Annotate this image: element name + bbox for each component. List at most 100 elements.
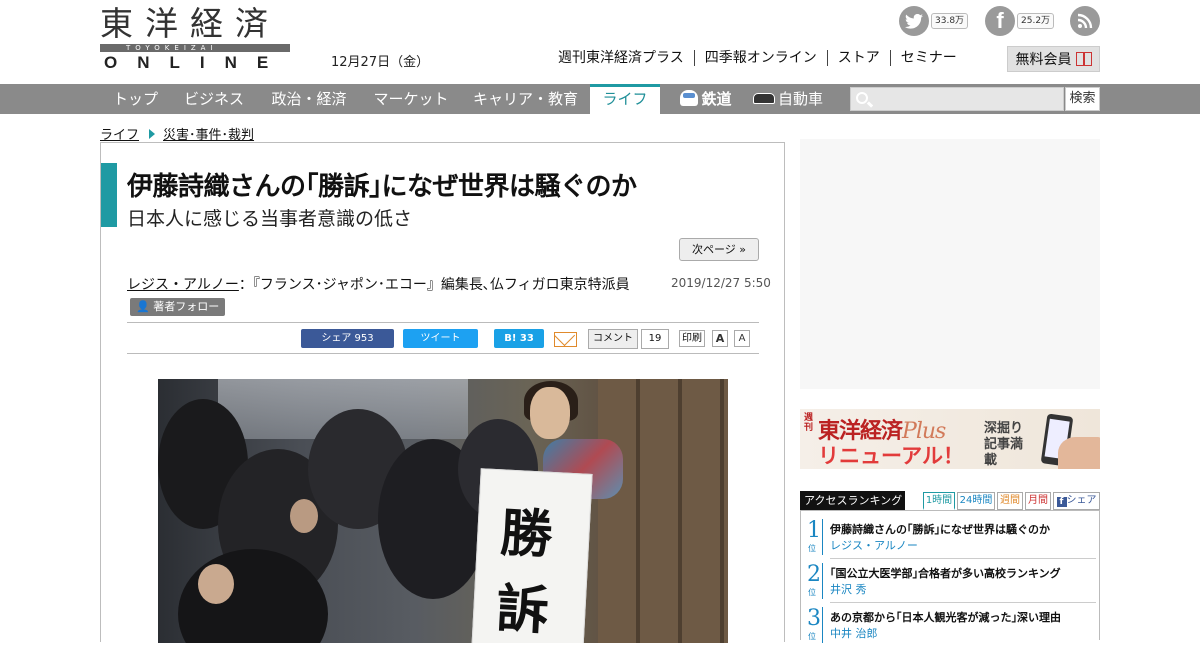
facebook-count: 25.2万 [1017, 13, 1055, 29]
ranking-header: アクセスランキング 1時間 24時間 週間 月間 f シェア [800, 491, 1100, 511]
car-icon [752, 93, 775, 104]
article-photo: 勝 訴 [158, 379, 728, 643]
photo-person [290, 499, 318, 533]
facebook-share-button[interactable]: シェア 953 [301, 329, 394, 348]
rss-link[interactable] [1070, 6, 1100, 36]
current-date: 12月27日（金） [331, 55, 430, 70]
topnav-weekly-plus[interactable]: 週刊東洋経済プラス [558, 50, 694, 66]
rank-unit: 位 [808, 588, 816, 597]
topnav-store[interactable]: ストア [826, 50, 890, 66]
ad-slot[interactable] [800, 139, 1100, 389]
search-box [850, 87, 1064, 111]
free-member-button[interactable]: 無料会員 [1007, 46, 1100, 72]
ranking-item[interactable]: 2 位 ｢国公立大医学部｣合格者が多い高校ランキング 井沢 秀 [801, 559, 1099, 603]
nav-top[interactable]: トップ [100, 84, 171, 114]
next-page-button[interactable]: 次ページ » [679, 238, 759, 261]
tweet-button[interactable]: ツイート [403, 329, 478, 348]
photo-person [198, 564, 234, 604]
breadcrumb: ライフ 災害･事件･裁判 [100, 124, 254, 143]
hand-image [1058, 437, 1100, 469]
nav-business[interactable]: ビジネス [171, 84, 257, 114]
publish-date: 2019/12/27 5:50 [671, 276, 771, 290]
nav-politics-economy[interactable]: 政治・経済 [257, 84, 361, 114]
ranking-title-link[interactable]: ｢国公立大医学部｣合格者が多い高校ランキング [830, 565, 1061, 581]
tab-24hours[interactable]: 24時間 [957, 492, 995, 510]
nav-life[interactable]: ライフ [590, 84, 660, 114]
nav-automobile[interactable]: 自動車 [748, 84, 828, 114]
print-button[interactable]: 印刷 [679, 330, 705, 347]
free-member-label: 無料会員 [1015, 52, 1072, 68]
ranking-item[interactable]: 1 位 伊藤詩織さんの｢勝訴｣になぜ世界は騒ぐのか レジス・アルノー [801, 515, 1099, 559]
breadcrumb-disaster-crime[interactable]: 災害･事件･裁判 [163, 124, 254, 143]
comment-button[interactable]: コメント [588, 329, 638, 349]
rank-divider [822, 563, 823, 599]
nav-automobile-label: 自動車 [777, 90, 823, 108]
ranking-author[interactable]: 中井 治郎 [830, 625, 878, 641]
ranking-author[interactable]: レジス・アルノー [830, 537, 918, 553]
banner-renewal: リニューアル！ [818, 444, 964, 468]
search-input[interactable] [873, 90, 1061, 108]
author-line: レジス・アルノー：『フランス･ジャポン･エコー』編集長､仏フィガロ東京特派員 👤… [127, 274, 647, 318]
article: 伊藤詩織さんの｢勝訴｣になぜ世界は騒ぐのか 日本人に感じる当事者意識の低さ 次ペ… [100, 142, 786, 643]
ranking-item[interactable]: 3 位 あの京都から｢日本人観光客が減った｣深い理由 中井 治郎 [801, 603, 1099, 647]
topnav-shikiho[interactable]: 四季報オンライン [693, 50, 827, 66]
nav-career-education[interactable]: キャリア・教育 [461, 84, 590, 114]
breadcrumb-life[interactable]: ライフ [100, 124, 139, 143]
author-description: ：『フランス･ジャポン･エコー』編集長､仏フィガロ東京特派員 [238, 277, 630, 293]
follow-label: 著者フォロー [153, 300, 220, 313]
train-icon [680, 90, 699, 106]
photo-subject-face [530, 387, 570, 439]
tab-1hour[interactable]: 1時間 [923, 492, 955, 510]
comment-count: 19 [641, 329, 669, 349]
rank-unit: 位 [808, 544, 816, 553]
ranking-author[interactable]: 井沢 秀 [830, 581, 867, 597]
site-logo[interactable]: 東洋経済 TOYOKEIZAI ONLINE [100, 4, 292, 72]
tab-monthly[interactable]: 月間 [1025, 492, 1051, 510]
rank-number: 3 [807, 606, 821, 631]
search-icon [856, 92, 868, 104]
twitter-icon [899, 6, 929, 36]
tab-share[interactable]: f シェア [1053, 492, 1100, 510]
article-title: 伊藤詩織さんの｢勝訴｣になぜ世界は騒ぐのか [127, 172, 637, 202]
promo-banner[interactable]: 週刊 東洋経済Plus リニューアル！ 深掘り記事満載 [800, 409, 1100, 469]
ranking-title-link[interactable]: あの京都から｢日本人観光客が減った｣深い理由 [830, 609, 1061, 625]
nav-market[interactable]: マーケット [361, 84, 461, 114]
facebook-icon: f [1056, 497, 1067, 507]
facebook-follow[interactable]: f 25.2万 [985, 6, 1055, 36]
share-bar: シェア 953 ツイート B! 33 コメント 19 印刷 A A [101, 329, 786, 349]
rank-divider [822, 519, 823, 555]
breadcrumb-arrow-icon [149, 128, 156, 139]
title-accent-bar [101, 163, 117, 227]
nav-railway[interactable]: 鉄道 [666, 84, 746, 114]
article-subtitle: 日本人に感じる当事者意識の低さ [127, 208, 413, 230]
tab-share-label: シェア [1066, 495, 1097, 506]
gift-icon [1075, 52, 1092, 66]
hatena-bookmark-button[interactable]: B! 33 [494, 329, 544, 348]
tab-weekly[interactable]: 週間 [997, 492, 1023, 510]
rank-divider [822, 607, 823, 643]
topnav-seminar[interactable]: セミナー [889, 50, 967, 66]
rss-icon [1070, 6, 1100, 36]
nav-railway-label: 鉄道 [701, 90, 732, 108]
photo-wall [598, 379, 728, 643]
mail-icon[interactable] [554, 332, 577, 347]
facebook-icon: f [985, 6, 1015, 36]
ranking-title: アクセスランキング [800, 491, 905, 511]
sign-char: 勝 [498, 502, 554, 566]
logo-english: ONLINE [104, 53, 289, 72]
search-button[interactable]: 検索 [1065, 87, 1100, 111]
logo-roman: TOYOKEIZAI [126, 44, 218, 52]
rank-number: 2 [807, 562, 821, 587]
photo-sign: 勝 訴 [471, 468, 593, 643]
divider [127, 322, 759, 323]
twitter-follow[interactable]: 33.8万 [899, 6, 969, 36]
follow-author-button[interactable]: 👤 著者フォロー [130, 298, 226, 316]
logo-japanese: 東洋経済 [100, 4, 280, 43]
font-large-button[interactable]: A [712, 330, 728, 347]
ranking-list: 1 位 伊藤詩織さんの｢勝訴｣になぜ世界は騒ぐのか レジス・アルノー 2 位 ｢… [800, 510, 1100, 643]
site-header: 東洋経済 TOYOKEIZAI ONLINE 12月27日（金） 33.8万 f… [0, 0, 1200, 84]
ranking-title-link[interactable]: 伊藤詩織さんの｢勝訴｣になぜ世界は騒ぐのか [830, 521, 1050, 537]
font-small-button[interactable]: A [734, 330, 750, 347]
author-name[interactable]: レジス・アルノー [127, 277, 239, 293]
top-links: 週刊東洋経済プラス 四季報オンライン ストア セミナー [558, 50, 967, 66]
